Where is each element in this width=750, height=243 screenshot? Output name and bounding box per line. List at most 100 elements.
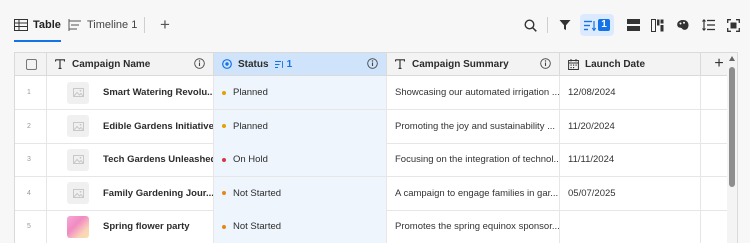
campaign-name-cell[interactable]: Tech Gardens Unleashed xyxy=(47,143,214,176)
campaign-name: Spring flower party xyxy=(103,221,190,232)
column-label: Campaign Name xyxy=(72,58,151,70)
launch-date-cell[interactable]: 11/20/2024 xyxy=(560,109,701,143)
sort-icon xyxy=(584,20,597,31)
plus-icon: + xyxy=(714,55,724,72)
table-header: Campaign Name Status 1 Campaign Summary … xyxy=(15,53,737,76)
filter-icon xyxy=(559,20,571,30)
status-dot-icon xyxy=(222,90,226,95)
column-header-campaign-name[interactable]: Campaign Name xyxy=(47,53,214,75)
column-label: Launch Date xyxy=(585,58,646,70)
color-palette-icon xyxy=(677,20,689,30)
row-number: 5 xyxy=(15,210,47,243)
campaign-name: Family Gardening Jour... xyxy=(103,187,214,199)
search-button[interactable] xyxy=(519,14,541,36)
scrollbar-thumb[interactable] xyxy=(729,67,735,187)
launch-date-cell[interactable] xyxy=(560,210,701,243)
row-height-button[interactable] xyxy=(622,14,644,36)
image-placeholder-icon[interactable] xyxy=(67,148,89,171)
campaign-summary-cell[interactable]: A campaign to engage families in gar... xyxy=(387,176,560,210)
launch-date-cell[interactable]: 05/07/2025 xyxy=(560,176,701,210)
sort-count-badge: 1 xyxy=(598,19,610,31)
info-icon[interactable] xyxy=(540,58,551,69)
tab-timeline-label: Timeline 1 xyxy=(87,19,138,31)
status-field-icon xyxy=(222,59,232,69)
status-cell[interactable]: Planned xyxy=(214,76,387,109)
column-sort-count: 1 xyxy=(286,58,293,70)
row-number: 2 xyxy=(15,109,47,143)
campaign-summary-cell[interactable]: Focusing on the integration of technol..… xyxy=(387,143,560,176)
fullscreen-button[interactable] xyxy=(722,14,744,36)
table-icon xyxy=(14,19,28,31)
select-all-cell xyxy=(15,53,47,75)
column-header-launch-date[interactable]: Launch Date xyxy=(560,53,701,75)
table-row[interactable]: 4 Family Gardening Jour... Not Started A ca… xyxy=(15,176,737,211)
campaign-name-cell[interactable]: Spring flower party xyxy=(47,210,214,243)
launch-date-cell[interactable]: 12/08/2024 xyxy=(560,76,701,109)
row-number: 4 xyxy=(15,176,47,210)
card-layout-icon xyxy=(650,18,663,32)
status-cell[interactable]: On Hold xyxy=(214,143,387,176)
status-dot-icon xyxy=(222,191,226,195)
view-toolbar: Table Timeline 1 + 1 xyxy=(0,0,750,50)
status-label: Not Started xyxy=(233,221,282,232)
column-header-status[interactable]: Status 1 xyxy=(214,53,387,75)
sort-icon xyxy=(274,60,283,68)
scroll-up-icon[interactable] xyxy=(729,56,735,61)
column-label: Campaign Summary xyxy=(412,58,509,70)
status-label: Not Started xyxy=(233,187,282,199)
table-row[interactable]: 3 Tech Gardens Unleashed On Hold Focusing o… xyxy=(15,143,737,177)
column-label: Status xyxy=(238,58,269,70)
status-cell[interactable]: Planned xyxy=(214,109,387,143)
launch-date-cell[interactable]: 11/11/2024 xyxy=(560,143,701,176)
row-number: 1 xyxy=(15,76,47,109)
status-cell[interactable]: Not Started xyxy=(214,176,387,210)
status-cell[interactable]: Not Started xyxy=(214,210,387,243)
toolbar-divider xyxy=(144,17,145,33)
campaign-name: Smart Watering Revolu... xyxy=(103,87,214,98)
status-dot-icon xyxy=(222,224,226,229)
tab-table-label: Table xyxy=(33,19,61,31)
campaign-name: Edible Gardens Initiative xyxy=(103,120,214,132)
image-placeholder-icon[interactable] xyxy=(67,115,89,137)
text-field-icon xyxy=(395,59,405,69)
filter-button[interactable] xyxy=(554,14,576,36)
status-label: On Hold xyxy=(233,154,268,165)
table-row[interactable]: 1 Smart Watering Revolu... Planned Showcasi… xyxy=(15,76,737,110)
add-view-button[interactable]: + xyxy=(154,14,176,36)
line-spacing-icon xyxy=(701,19,715,31)
campaign-name-cell[interactable]: Edible Gardens Initiative xyxy=(47,109,214,143)
flower-thumbnail[interactable] xyxy=(67,215,89,238)
campaign-name: Tech Gardens Unleashed xyxy=(103,154,214,165)
info-icon[interactable] xyxy=(194,58,205,69)
table-row[interactable]: 5 Spring flower party Not Started Promotes … xyxy=(15,210,737,243)
info-icon[interactable] xyxy=(367,58,378,69)
status-dot-icon xyxy=(222,124,226,128)
fullscreen-icon xyxy=(726,18,740,32)
tab-timeline[interactable]: Timeline 1 xyxy=(68,14,137,36)
select-all-checkbox[interactable] xyxy=(26,58,37,70)
row-height-icon xyxy=(626,19,640,31)
campaign-summary-cell[interactable]: Showcasing our automated irrigation ... xyxy=(387,76,560,109)
color-button[interactable] xyxy=(672,14,694,36)
status-label: Planned xyxy=(233,120,268,132)
campaign-summary-cell[interactable]: Promotes the spring equinox sponsor... xyxy=(387,210,560,243)
campaign-name-cell[interactable]: Smart Watering Revolu... xyxy=(47,76,214,109)
toolbar-divider xyxy=(547,17,548,33)
column-header-campaign-summary[interactable]: Campaign Summary xyxy=(387,53,560,75)
vertical-scrollbar[interactable] xyxy=(727,53,737,243)
search-icon xyxy=(523,18,537,32)
line-spacing-button[interactable] xyxy=(697,14,719,36)
data-table: Campaign Name Status 1 Campaign Summary … xyxy=(14,52,738,243)
calendar-icon xyxy=(568,58,579,70)
card-layout-button[interactable] xyxy=(646,14,668,36)
row-number: 3 xyxy=(15,143,47,176)
campaign-name-cell[interactable]: Family Gardening Jour... xyxy=(47,176,214,210)
tab-table[interactable]: Table xyxy=(14,14,61,42)
text-field-icon xyxy=(55,59,65,69)
sort-button[interactable]: 1 xyxy=(580,14,614,36)
campaign-summary-cell[interactable]: Promoting the joy and sustainability ... xyxy=(387,109,560,143)
timeline-icon xyxy=(68,19,81,31)
image-placeholder-icon[interactable] xyxy=(67,81,89,104)
image-placeholder-icon[interactable] xyxy=(67,182,89,204)
table-row[interactable]: 2 Edible Gardens Initiative Planned Promoti… xyxy=(15,109,737,144)
